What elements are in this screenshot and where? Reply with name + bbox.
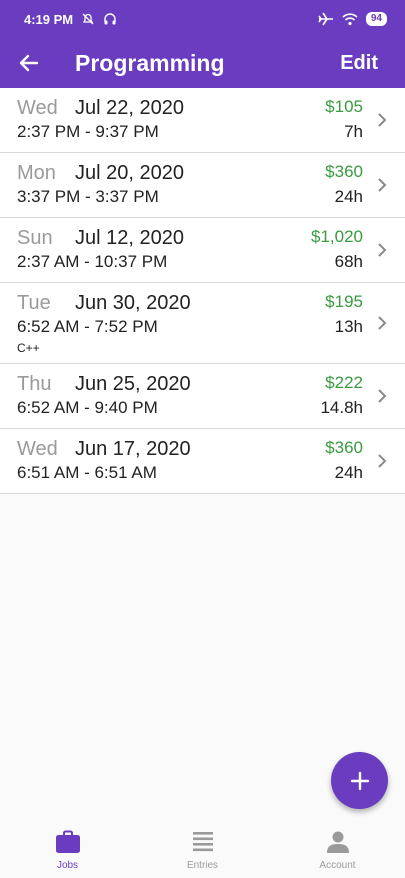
entry-day: Sun <box>17 227 53 249</box>
entry-row[interactable]: Wed Jul 22, 2020 2:37 PM - 9:37 PM $105 7… <box>0 88 405 153</box>
entry-time-range: 6:52 AM - 7:52 PM <box>17 317 158 336</box>
entry-day: Mon <box>17 162 56 184</box>
tab-jobs[interactable]: Jobs <box>0 820 135 878</box>
headphones-icon <box>104 13 116 25</box>
entry-amount: $222 <box>325 373 363 392</box>
chevron-right-icon <box>378 113 387 127</box>
chevron-right-icon <box>378 178 387 192</box>
list-icon <box>192 832 213 852</box>
entry-amount: $360 <box>325 438 363 457</box>
entry-amount: $105 <box>325 97 363 116</box>
page-title: Programming <box>75 49 225 76</box>
entry-time-range: 2:37 PM - 9:37 PM <box>17 122 159 141</box>
entry-time-range: 6:51 AM - 6:51 AM <box>17 463 157 482</box>
entry-row[interactable]: Wed Jun 17, 2020 6:51 AM - 6:51 AM $360 2… <box>0 429 405 494</box>
entry-hours: 14.8h <box>320 398 363 417</box>
entry-hours: 68h <box>334 252 363 271</box>
entry-date: Jul 12, 2020 <box>75 227 184 249</box>
wifi-icon <box>342 12 358 25</box>
back-button[interactable] <box>0 38 58 88</box>
entry-day: Thu <box>17 373 52 395</box>
arrow-left-icon <box>19 54 39 72</box>
tab-label: Jobs <box>56 860 79 871</box>
entry-day: Wed <box>17 97 58 119</box>
app-bar: Programming Edit <box>0 38 405 88</box>
entry-date: Jun 30, 2020 <box>75 292 191 314</box>
battery-indicator: 94 <box>365 12 387 26</box>
tab-entries[interactable]: Entries <box>135 820 270 878</box>
tab-label: Entries <box>186 860 219 871</box>
entries-list: Wed Jul 22, 2020 2:37 PM - 9:37 PM $105 7… <box>0 88 405 494</box>
entry-time-range: 2:37 AM - 10:37 PM <box>17 252 168 271</box>
entry-time-range: 3:37 PM - 3:37 PM <box>17 187 159 206</box>
entry-hours: 24h <box>334 187 363 206</box>
bell-off-icon <box>82 13 94 25</box>
entry-hours: 13h <box>334 317 363 336</box>
chevron-right-icon <box>378 454 387 468</box>
entry-day: Wed <box>17 438 58 460</box>
entry-day: Tue <box>17 292 51 314</box>
status-bar: 4:19 PM 94 <box>0 0 405 38</box>
entry-date: Jul 20, 2020 <box>75 162 184 184</box>
entry-date: Jul 22, 2020 <box>75 97 184 119</box>
entry-row[interactable]: Sun Jul 12, 2020 2:37 AM - 10:37 PM $1,02… <box>0 218 405 283</box>
airplane-icon <box>318 12 333 26</box>
chevron-right-icon <box>378 243 387 257</box>
status-time: 4:19 PM <box>24 11 74 27</box>
entry-row[interactable]: Mon Jul 20, 2020 3:37 PM - 3:37 PM $360 2… <box>0 153 405 218</box>
bottom-nav: Jobs Entries Account <box>0 820 405 878</box>
add-entry-button[interactable] <box>331 752 388 809</box>
entry-amount: $360 <box>325 162 363 181</box>
tab-label: Account <box>319 860 356 871</box>
entry-hours: 7h <box>344 122 363 141</box>
entry-hours: 24h <box>334 463 363 482</box>
entry-row[interactable]: Thu Jun 25, 2020 6:52 AM - 9:40 PM $222 1… <box>0 364 405 429</box>
chevron-right-icon <box>378 389 387 403</box>
entry-note: C++ <box>17 341 40 355</box>
entry-date: Jun 17, 2020 <box>75 438 191 460</box>
briefcase-icon <box>55 830 80 853</box>
entry-amount: $195 <box>325 292 363 311</box>
entry-amount: $1,020 <box>311 227 363 246</box>
entry-time-range: 6:52 AM - 9:40 PM <box>17 398 158 417</box>
plus-icon <box>350 771 369 790</box>
person-icon <box>326 831 349 853</box>
edit-button[interactable]: Edit <box>340 52 378 75</box>
chevron-right-icon <box>378 316 387 330</box>
entry-row[interactable]: Tue Jun 30, 2020 6:52 AM - 7:52 PM C++ $1… <box>0 283 405 364</box>
entry-date: Jun 25, 2020 <box>75 373 191 395</box>
tab-account[interactable]: Account <box>270 820 405 878</box>
